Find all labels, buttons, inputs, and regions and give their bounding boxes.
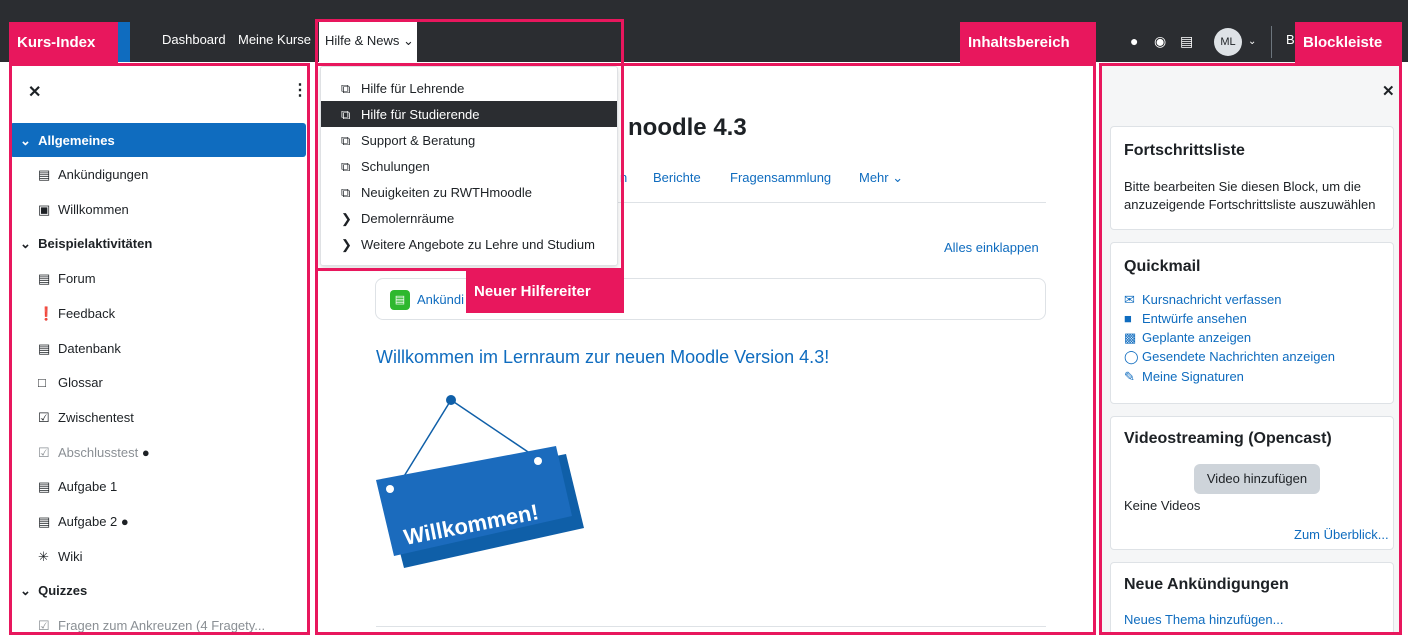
bell-icon[interactable]: ● bbox=[1130, 33, 1138, 49]
avatar[interactable]: ML bbox=[1214, 28, 1242, 56]
nav-truncated-label: B bbox=[1286, 32, 1295, 47]
nav-divider bbox=[1271, 26, 1272, 58]
nav-my-courses-link[interactable]: Meine Kurse bbox=[238, 32, 311, 47]
annotation-block-drawer: Blockleiste bbox=[1295, 22, 1402, 64]
map-icon[interactable]: ▤ bbox=[1180, 33, 1193, 50]
course-index-toggle[interactable] bbox=[118, 22, 130, 62]
course-index-highlight bbox=[9, 63, 310, 635]
annotation-new-help-tab: Neuer Hilfereiter bbox=[466, 271, 624, 313]
annotation-content-area: Inhaltsbereich bbox=[960, 22, 1096, 64]
top-navbar bbox=[0, 0, 1408, 62]
nav-dashboard-link[interactable]: Dashboard bbox=[162, 32, 226, 47]
chevron-down-icon[interactable]: ⌄ bbox=[1248, 36, 1256, 47]
messages-icon[interactable]: ◉ bbox=[1154, 33, 1166, 50]
help-tab-highlight bbox=[315, 19, 624, 271]
annotation-course-index: Kurs-Index bbox=[9, 22, 118, 64]
block-drawer-highlight bbox=[1099, 63, 1402, 635]
